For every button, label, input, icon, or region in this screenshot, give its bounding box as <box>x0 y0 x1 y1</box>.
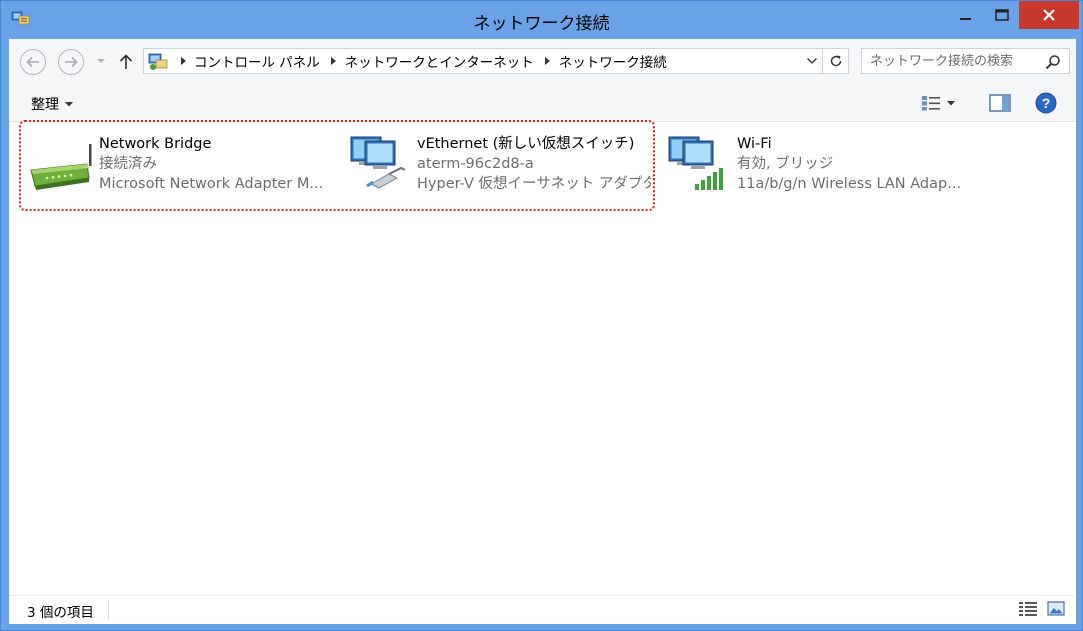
large-icons-view-icon[interactable] <box>1047 600 1065 618</box>
item-name: Network Bridge <box>99 136 212 152</box>
search-box[interactable] <box>861 48 1070 74</box>
close-icon <box>1043 9 1055 21</box>
network-bridge-icon <box>30 144 92 190</box>
svg-text:?: ? <box>1042 95 1051 111</box>
item-name: vEthernet (新しい仮想スイッチ) <box>417 136 635 152</box>
navigation-bar: コントロール パネル ネットワークとインターネット ネットワーク接続 <box>9 39 1076 84</box>
organize-label: 整理 <box>31 97 59 113</box>
item-text: Network Bridge 接続済み Microsoft Network Ad… <box>99 134 323 198</box>
chevron-down-icon <box>807 58 817 64</box>
list-item[interactable]: vEthernet (新しい仮想スイッチ) aterm-96c2d8-a Hyp… <box>345 134 651 198</box>
preview-pane-icon[interactable] <box>989 93 1011 113</box>
refresh-icon <box>830 55 841 67</box>
breadcrumb-network-connections[interactable]: ネットワーク接続 <box>559 51 667 71</box>
refresh-button[interactable] <box>823 48 849 74</box>
back-button[interactable] <box>20 49 46 75</box>
list-item[interactable]: Network Bridge 接続済み Microsoft Network Ad… <box>27 134 333 198</box>
list-item[interactable]: Wi-Fi 有効, ブリッジ 11a/b/g/n Wireless LAN Ad… <box>665 134 975 198</box>
back-arrow-icon <box>26 56 39 68</box>
chevron-down-icon <box>97 58 105 63</box>
breadcrumb-separator-icon[interactable] <box>543 55 553 67</box>
maximize-icon <box>995 9 1009 21</box>
explorer-window: ネットワーク接続 コントロール パネル ネットワークとインターネット ネットワー… <box>0 0 1083 631</box>
item-status: 接続済み <box>99 156 157 172</box>
search-icon[interactable] <box>1045 54 1061 70</box>
item-count: 3 個の項目 <box>27 605 94 621</box>
search-input[interactable] <box>870 52 1038 70</box>
item-text: vEthernet (新しい仮想スイッチ) aterm-96c2d8-a Hyp… <box>417 134 651 198</box>
address-bar[interactable]: コントロール パネル ネットワークとインターネット ネットワーク接続 <box>143 48 823 74</box>
breadcrumb-control-panel[interactable]: コントロール パネル <box>194 51 320 71</box>
items-view[interactable]: Network Bridge 接続済み Microsoft Network Ad… <box>9 120 1076 595</box>
breadcrumb-separator-icon[interactable] <box>329 55 339 67</box>
breadcrumb-separator-icon[interactable] <box>178 55 188 67</box>
minimize-button[interactable] <box>947 1 985 29</box>
wireless-network-icon <box>668 136 723 190</box>
up-arrow-icon <box>119 54 133 69</box>
wired-network-icon <box>350 136 406 189</box>
item-status: aterm-96c2d8-a <box>417 156 534 172</box>
item-device: Hyper-V 仮想イーサネット アダプタ... <box>417 176 651 192</box>
item-device: 11a/b/g/n Wireless LAN Adap... <box>737 176 962 192</box>
change-view-button[interactable] <box>921 93 965 113</box>
chevron-down-icon <box>947 100 955 105</box>
item-device: Microsoft Network Adapter M... <box>99 176 324 192</box>
view-options-icon <box>922 96 940 111</box>
window-title: ネットワーク接続 <box>473 14 610 34</box>
control-panel-icon <box>148 53 168 70</box>
maximize-button[interactable] <box>985 1 1019 29</box>
organize-menu[interactable]: 整理 <box>31 94 73 114</box>
command-bar: 整理 ? <box>9 84 1076 122</box>
item-status: 有効, ブリッジ <box>737 156 834 172</box>
status-divider <box>108 600 109 620</box>
item-name: Wi-Fi <box>737 136 772 152</box>
up-button[interactable] <box>115 50 137 74</box>
recent-locations-button[interactable] <box>95 53 107 69</box>
forward-arrow-icon <box>65 56 78 68</box>
help-icon[interactable]: ? <box>1035 92 1057 114</box>
forward-button[interactable] <box>58 49 84 75</box>
breadcrumb-network-internet[interactable]: ネットワークとインターネット <box>345 51 534 71</box>
minimize-icon <box>960 18 971 20</box>
details-view-icon[interactable] <box>1018 600 1038 618</box>
address-history-button[interactable] <box>804 53 820 69</box>
item-text: Wi-Fi 有効, ブリッジ 11a/b/g/n Wireless LAN Ad… <box>737 134 961 198</box>
title-bar: ネットワーク接続 <box>1 1 1082 39</box>
status-bar: 3 個の項目 <box>9 595 1076 624</box>
chevron-down-icon <box>65 101 73 106</box>
close-button[interactable] <box>1019 1 1079 29</box>
